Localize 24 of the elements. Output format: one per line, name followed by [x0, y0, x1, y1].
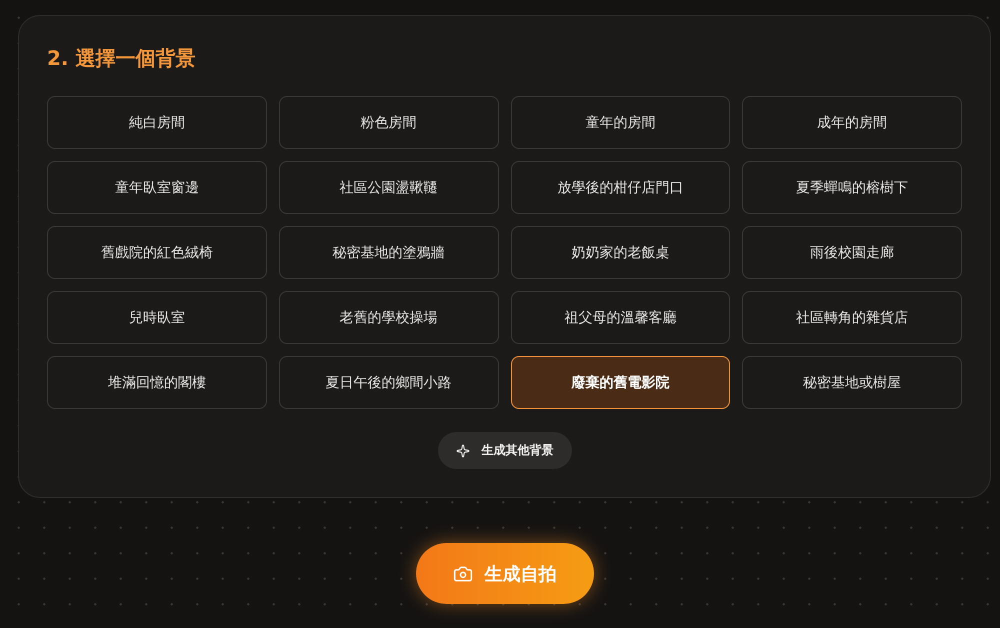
generate-more-button[interactable]: 生成其他背景	[438, 432, 572, 469]
background-option[interactable]: 廢棄的舊電影院	[510, 356, 730, 409]
background-option[interactable]: 社區公園盪鞦韆	[278, 161, 498, 214]
background-option[interactable]: 夏季蟬鳴的榕樹下	[742, 161, 962, 214]
background-option[interactable]: 老舊的學校操場	[278, 291, 498, 344]
background-option[interactable]: 祖父母的溫馨客廳	[510, 291, 730, 344]
background-option[interactable]: 成年的房間	[742, 96, 962, 149]
background-option[interactable]: 奶奶家的老飯桌	[510, 226, 730, 279]
background-option[interactable]: 童年臥室窗邊	[47, 161, 267, 214]
sparkle-icon	[456, 444, 470, 458]
background-option[interactable]: 童年的房間	[510, 96, 730, 149]
background-option[interactable]: 兒時臥室	[47, 291, 267, 344]
background-option[interactable]: 社區轉角的雜貨店	[742, 291, 962, 344]
background-option[interactable]: 粉色房間	[278, 96, 498, 149]
background-option[interactable]: 秘密基地的塗鴉牆	[278, 226, 498, 279]
background-option[interactable]: 秘密基地或樹屋	[742, 356, 962, 409]
background-option[interactable]: 純白房間	[47, 96, 267, 149]
background-option[interactable]: 夏日午後的鄉間小路	[278, 356, 498, 409]
section-title: 2. 選擇一個背景	[47, 45, 196, 72]
background-option[interactable]: 舊戲院的紅色絨椅	[47, 226, 267, 279]
camera-icon	[452, 564, 472, 584]
background-option[interactable]: 雨後校園走廊	[742, 226, 962, 279]
background-option[interactable]: 放學後的柑仔店門口	[510, 161, 730, 214]
background-option[interactable]: 堆滿回憶的閣樓	[47, 356, 267, 409]
